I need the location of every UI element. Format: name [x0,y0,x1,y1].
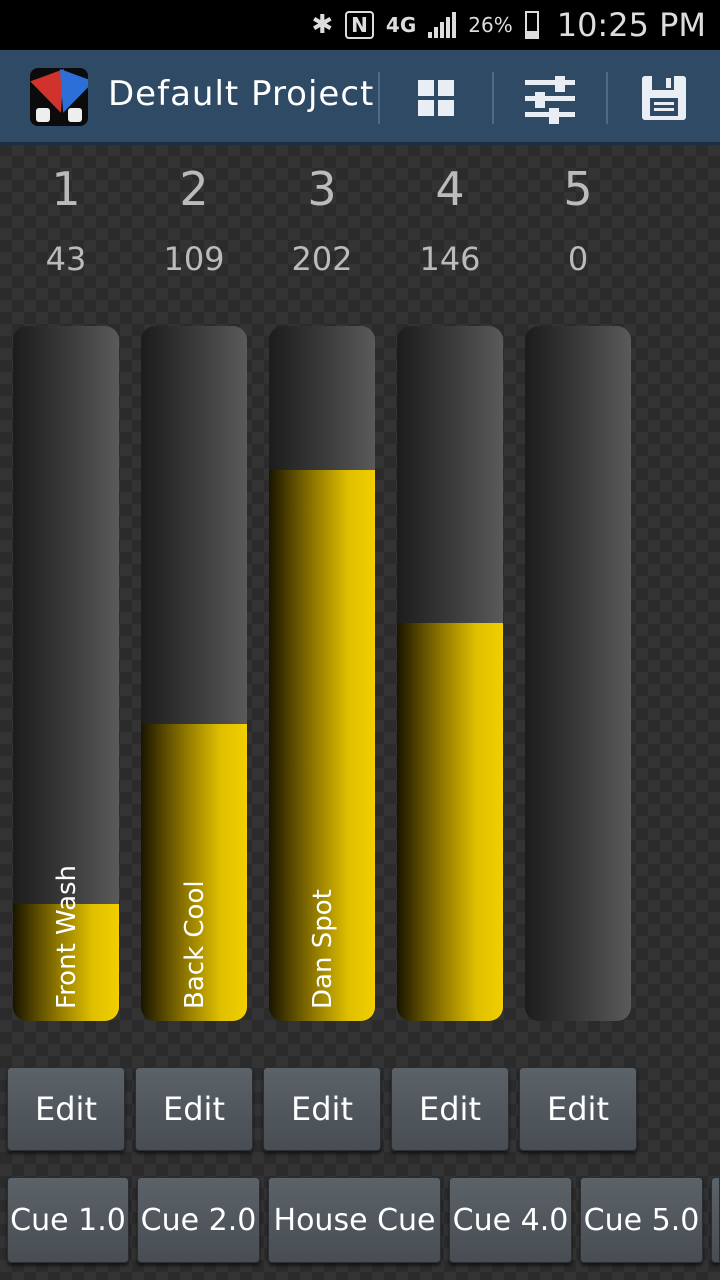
project-title[interactable]: Default Project [108,74,374,114]
channel-number: 5 [563,162,593,216]
signal-icon [428,12,457,38]
sliders-button[interactable] [520,72,580,124]
channel-value: 109 [163,240,225,278]
edit-button-3[interactable]: Edit [263,1067,381,1151]
fader-label: Front Wash [52,864,82,1009]
cue-button-house[interactable]: House Cue [268,1177,441,1263]
app-logo-icon[interactable] [30,68,88,126]
cue-button-4[interactable]: Cue 4.0 [449,1177,572,1263]
channel-fader-4[interactable] [397,326,503,1021]
save-button[interactable] [634,72,694,124]
grid-view-icon [418,80,454,116]
toolbar-divider [378,72,380,124]
channel-value: 0 [567,240,589,278]
save-icon [642,76,686,120]
channel-number: 4 [435,162,465,216]
channel-number: 1 [51,162,81,216]
clock: 10:25 PM [556,6,706,44]
channel-number: 2 [179,162,209,216]
fader-label: Back Cool [180,880,210,1009]
toolbar-divider [492,72,494,124]
cue-button-5[interactable]: Cue 5.0 [580,1177,703,1263]
sliders-icon [525,76,575,124]
battery-percent: 26% [468,13,513,37]
channel-value: 146 [419,240,481,278]
grid-view-button[interactable] [406,72,466,124]
bluetooth-icon: ✱ [311,10,334,40]
cue-button-overflow[interactable] [711,1177,720,1263]
channel-fader-3[interactable]: Dan Spot [269,326,375,1021]
fader-fill [397,623,503,1021]
channel-value: 43 [45,240,87,278]
channel-fader-5[interactable] [525,326,631,1021]
app-toolbar: Default Project [0,50,720,145]
channel-number: 3 [307,162,337,216]
network-type: 4G [385,13,417,37]
edit-button-2[interactable]: Edit [135,1067,253,1151]
cue-button-1[interactable]: Cue 1.0 [7,1177,129,1263]
status-bar: ✱ N 4G 26% 10:25 PM [0,0,720,50]
channel-fader-2[interactable]: Back Cool [141,326,247,1021]
edit-button-4[interactable]: Edit [391,1067,509,1151]
channel-value: 202 [291,240,353,278]
edit-button-5[interactable]: Edit [519,1067,637,1151]
edit-button-1[interactable]: Edit [7,1067,125,1151]
toolbar-divider [606,72,608,124]
cue-button-2[interactable]: Cue 2.0 [137,1177,260,1263]
fader-label: Dan Spot [308,889,338,1009]
channel-fader-1[interactable]: Front Wash [13,326,119,1021]
nfc-icon: N [345,11,374,39]
battery-icon [524,11,539,39]
